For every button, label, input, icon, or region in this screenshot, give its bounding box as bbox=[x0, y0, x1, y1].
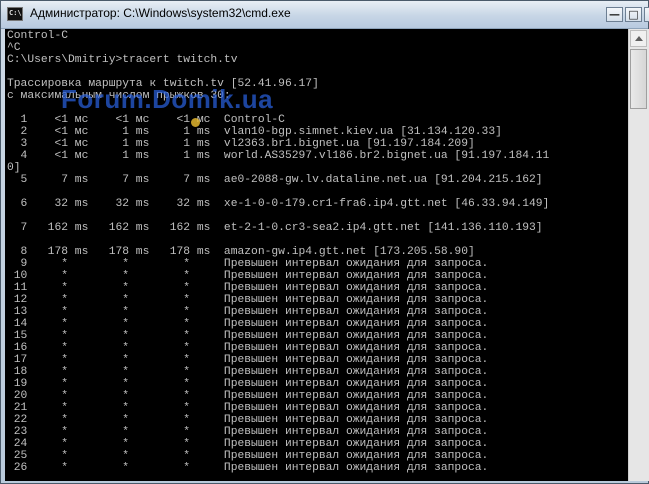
title-bar[interactable]: Администратор: C:\Windows\system32\cmd.e… bbox=[1, 1, 649, 29]
close-button[interactable] bbox=[644, 7, 649, 22]
console-line: 16 * * * Превышен интервал ожидания для … bbox=[7, 342, 489, 354]
console-line: 7 162 ms 162 ms 162 ms et-2-1-0.cr3-sea2… bbox=[7, 222, 543, 234]
vertical-scrollbar[interactable] bbox=[628, 29, 649, 481]
console-line: Control-C bbox=[7, 30, 69, 42]
console-line: 21 * * * Превышен интервал ожидания для … bbox=[7, 402, 489, 414]
console-line: ^C bbox=[7, 42, 21, 54]
console-line: 26 * * * Превышен интервал ожидания для … bbox=[7, 462, 489, 474]
console-line: 25 * * * Превышен интервал ожидания для … bbox=[7, 450, 489, 462]
console-line: 2 <1 мс 1 ms 1 ms vlan10-bgp.simnet.kiev… bbox=[7, 126, 502, 138]
console-line: 11 * * * Превышен интервал ожидания для … bbox=[7, 282, 489, 294]
console-line: 19 * * * Превышен интервал ожидания для … bbox=[7, 378, 489, 390]
cmd-window: Администратор: C:\Windows\system32\cmd.e… bbox=[0, 0, 649, 484]
scrollbar-thumb[interactable] bbox=[630, 49, 647, 109]
console-line: 1 <1 мс <1 мс <1 мс Control-C bbox=[7, 114, 285, 126]
console-line: 24 * * * Превышен интервал ожидания для … bbox=[7, 438, 489, 450]
maximize-button[interactable]: □ bbox=[625, 7, 642, 22]
console-line: Трассировка маршрута к twitch.tv [52.41.… bbox=[7, 78, 319, 90]
console-line: с максимальным числом прыжков 30: bbox=[7, 90, 231, 102]
watermark-dot-icon bbox=[191, 118, 200, 127]
window-title: Администратор: C:\Windows\system32\cmd.e… bbox=[30, 6, 291, 20]
console-line: 3 <1 мс 1 ms 1 ms vl2363.br1.bignet.ua [… bbox=[7, 138, 475, 150]
cmd-app-icon[interactable] bbox=[7, 7, 23, 21]
scroll-up-icon[interactable] bbox=[630, 30, 647, 47]
console-line: 22 * * * Превышен интервал ожидания для … bbox=[7, 414, 489, 426]
console-line: 17 * * * Превышен интервал ожидания для … bbox=[7, 354, 489, 366]
console-line: 12 * * * Превышен интервал ожидания для … bbox=[7, 294, 489, 306]
console-line: 10 * * * Превышен интервал ожидания для … bbox=[7, 270, 489, 282]
console-line: 15 * * * Превышен интервал ожидания для … bbox=[7, 330, 489, 342]
console-line: 23 * * * Превышен интервал ожидания для … bbox=[7, 426, 489, 438]
console-line: 9 * * * Превышен интервал ожидания для з… bbox=[7, 258, 489, 270]
console-line: C:\Users\Dmitriy>tracert twitch.tv bbox=[7, 54, 238, 66]
console-output[interactable]: Control-C ^C C:\Users\Dmitriy>tracert tw… bbox=[5, 29, 628, 481]
console-line: 4 <1 мс 1 ms 1 ms world.AS35297.vl186.br… bbox=[7, 150, 550, 162]
minimize-button[interactable]: — bbox=[606, 7, 623, 22]
console-line: 14 * * * Превышен интервал ожидания для … bbox=[7, 318, 489, 330]
console-line: 6 32 ms 32 ms 32 ms xe-1-0-0-179.cr1-fra… bbox=[7, 198, 550, 210]
console-line: 20 * * * Превышен интервал ожидания для … bbox=[7, 390, 489, 402]
console-line: 0] bbox=[7, 162, 21, 174]
console-line: 18 * * * Превышен интервал ожидания для … bbox=[7, 366, 489, 378]
console-line: 8 178 ms 178 ms 178 ms amazon-gw.ip4.gtt… bbox=[7, 246, 475, 258]
console-lines: Control-C ^C C:\Users\Dmitriy>tracert tw… bbox=[7, 30, 549, 481]
console-line: 5 7 ms 7 ms 7 ms ae0-2088-gw.lv.dataline… bbox=[7, 174, 543, 186]
console-line: 13 * * * Превышен интервал ожидания для … bbox=[7, 306, 489, 318]
